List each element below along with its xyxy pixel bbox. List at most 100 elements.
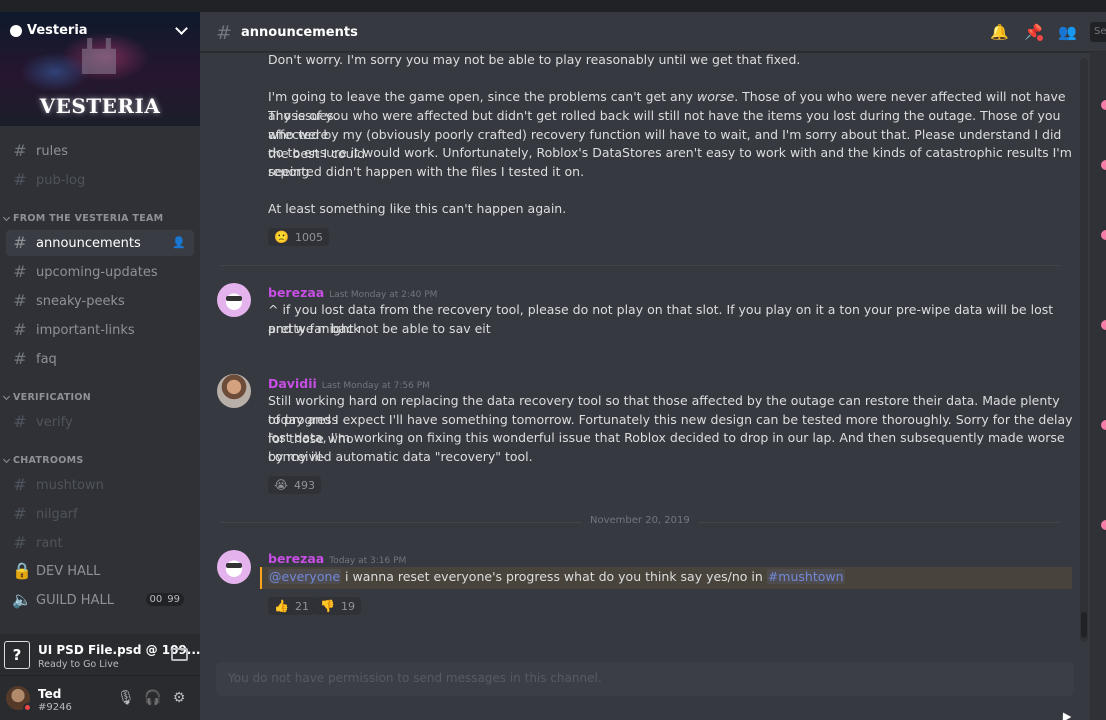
avatar[interactable] (217, 550, 251, 584)
sob-emoji-icon: 😭 (274, 478, 289, 492)
message-timestamp: Today at 3:16 PM (329, 556, 407, 566)
scrollbar-track[interactable] (1080, 58, 1088, 642)
hash-icon: # (13, 533, 27, 552)
thumbs-up-icon: 👍 (274, 599, 289, 613)
member-avatar[interactable] (1101, 160, 1106, 170)
voice-channel-guild-hall[interactable]: 🔈 GUILD HALL 00 99 (6, 587, 194, 613)
hash-icon: # (13, 291, 27, 310)
channel-sneaky-peeks[interactable]: # sneaky-peeks (6, 288, 194, 314)
lock-icon: 🔒 (12, 561, 32, 580)
microphone-icon[interactable]: 🎙 (117, 690, 135, 706)
reaction-thumbs-up[interactable]: 👍 21 (268, 597, 315, 615)
channel-header: # announcements 🔔 📌 👥 (200, 12, 1106, 52)
channel-rant[interactable]: # rant (6, 530, 194, 556)
username: Ted (38, 687, 62, 701)
channel-verify[interactable]: # verify (6, 409, 194, 435)
channel-link-mushtown[interactable]: #mushtown (766, 569, 845, 584)
headphones-icon[interactable]: 🎧 (144, 690, 161, 706)
message-text: At least something like this can't happe… (268, 201, 567, 216)
hash-icon: # (13, 504, 27, 523)
chevron-down-icon (2, 213, 11, 221)
voice-channel-dev-hall[interactable]: 🔒 DEV HALL (6, 558, 194, 584)
channel-announcements[interactable]: # announcements 👤 (6, 230, 194, 256)
thumbs-down-icon: 👎 (320, 599, 335, 613)
notification-dot (1037, 35, 1043, 41)
member-avatar[interactable] (1101, 520, 1106, 530)
avatar[interactable] (217, 374, 251, 408)
gear-icon[interactable]: ⚙ (171, 690, 187, 706)
hash-icon: # (13, 320, 27, 339)
channel-faq[interactable]: # faq (6, 346, 194, 372)
chevron-down-icon[interactable] (175, 22, 188, 35)
screen-share-icon[interactable] (171, 648, 188, 661)
everyone-mention[interactable]: @everyone (268, 569, 342, 584)
channel-title: announcements (241, 25, 358, 40)
category-chatrooms[interactable]: CHATROOMS (2, 455, 83, 466)
scrollbar-thumb[interactable] (1081, 612, 1087, 638)
server-name[interactable]: Vesteria (10, 23, 88, 38)
user-limit-badge: 00 99 (145, 593, 184, 606)
go-live-panel: ? UI PSD File.psd @ 109... Ready to Go L… (0, 634, 201, 676)
banner-glow (20, 52, 90, 92)
reaction-frown[interactable]: 🙁 1005 (268, 228, 329, 246)
unknown-game-icon: ? (4, 641, 30, 669)
bell-icon[interactable]: 🔔 (990, 23, 1009, 41)
go-live-subtitle: Ready to Go Live (38, 659, 119, 670)
member-avatar[interactable] (1101, 230, 1106, 240)
pin-icon[interactable]: 📌 (1024, 23, 1043, 41)
message-input[interactable]: You do not have permission to send messa… (216, 662, 1074, 696)
member-avatar[interactable] (1101, 320, 1106, 330)
hash-icon: # (13, 170, 27, 189)
avatar[interactable] (217, 283, 251, 317)
message-list: Don't worry. I'm sorry you may not be ab… (200, 52, 1080, 662)
server-logo: VESTERIA (39, 94, 161, 118)
channel-nilgarf[interactable]: # nilgarf (6, 501, 194, 527)
channel-sidebar: Vesteria VESTERIA # rules # pub-log FROM T… (0, 12, 200, 720)
message-author[interactable]: berezaa Last Monday at 2:40 PM (268, 285, 437, 300)
category-verification[interactable]: VERIFICATION (2, 392, 91, 403)
user-tag: #9246 (38, 702, 72, 713)
hash-icon: # (13, 262, 27, 281)
hash-icon: # (13, 349, 27, 368)
speaker-icon: 🔈 (12, 590, 32, 609)
message-author[interactable]: Davidii Last Monday at 7:56 PM (268, 376, 430, 391)
message-text: and we might not be able to sav eit (268, 321, 491, 336)
hash-icon: # (13, 141, 27, 160)
hash-icon: # (13, 475, 27, 494)
members-icon[interactable]: 👥 (1058, 23, 1077, 41)
message-timestamp: Last Monday at 2:40 PM (329, 290, 438, 300)
message-text: Don't worry. I'm sorry you may not be ab… (268, 52, 801, 67)
category-from-the-vesteria-team[interactable]: FROM THE VESTERIA TEAM (2, 213, 163, 224)
status-dnd-icon (23, 703, 32, 712)
hash-icon: # (216, 22, 232, 44)
message-text: conceived automatic data "recovery" tool… (268, 449, 533, 464)
channel-mushtown[interactable]: # mushtown (6, 472, 194, 498)
message-divider (220, 265, 1060, 266)
hash-icon: # (13, 233, 27, 252)
message-author[interactable]: berezaa Today at 3:16 PM (268, 551, 406, 566)
member-avatar[interactable] (1101, 100, 1106, 110)
member-list (1090, 52, 1106, 720)
message-timestamp: Last Monday at 7:56 PM (321, 381, 430, 391)
frown-emoji-icon: 🙁 (274, 230, 289, 244)
mouse-cursor (1058, 710, 1072, 720)
channel-important-links[interactable]: # important-links (6, 317, 194, 343)
add-member-icon[interactable]: 👤 (172, 236, 186, 250)
chevron-down-icon (2, 455, 11, 463)
message-text: @everyone i wanna reset everyone's progr… (268, 569, 845, 584)
chevron-down-icon (2, 392, 11, 400)
search-input[interactable]: Se (1090, 22, 1106, 42)
hash-icon: # (13, 412, 27, 431)
channel-pub-log[interactable]: # pub-log (6, 167, 194, 193)
member-avatar[interactable] (1101, 420, 1106, 430)
server-banner[interactable]: Vesteria VESTERIA (0, 12, 200, 126)
window-top-strip (0, 0, 1106, 12)
date-divider-label: November 20, 2019 (582, 515, 698, 526)
channel-rules[interactable]: # rules (6, 138, 194, 164)
user-panel: Ted #9246 🎙 🎧 ⚙ (0, 676, 200, 720)
reaction-thumbs-down[interactable]: 👎 19 (314, 597, 361, 615)
server-dot-icon (10, 24, 22, 37)
reaction-sob[interactable]: 😭 493 (268, 476, 322, 494)
message-text: reported didn't happen with the files I … (268, 164, 585, 179)
channel-upcoming-updates[interactable]: # upcoming-updates (6, 259, 194, 285)
